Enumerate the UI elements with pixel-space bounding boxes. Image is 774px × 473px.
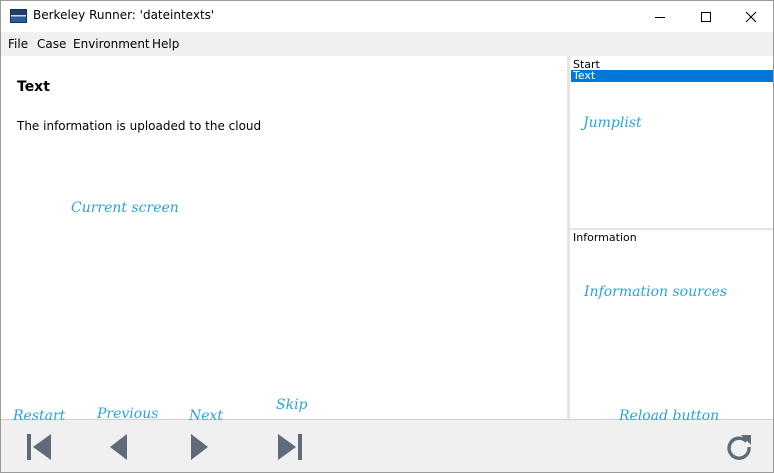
jumplist-panel: Start Text: [570, 56, 773, 228]
triangle-left-icon: [110, 434, 127, 460]
next-button[interactable]: [184, 432, 216, 462]
information-panel: Information: [570, 230, 773, 419]
skip-button[interactable]: [274, 432, 306, 462]
app-window: Berkeley Runner: 'dateintexts' File Case…: [0, 0, 774, 473]
skip-to-start-icon: [27, 434, 51, 460]
current-screen: Text The information is uploaded to the …: [1, 56, 567, 419]
close-icon: [745, 11, 757, 22]
annotation-skip: Skip: [276, 397, 308, 413]
maximize-icon: [701, 11, 711, 22]
minimize-icon: [655, 16, 665, 18]
title-bar: Berkeley Runner: 'dateintexts': [1, 1, 773, 32]
previous-button[interactable]: [102, 432, 134, 462]
app-icon: [10, 9, 27, 23]
menu-help[interactable]: Help: [152, 37, 179, 51]
navigation-toolbar: [1, 419, 773, 472]
menu-case[interactable]: Case: [37, 37, 66, 51]
screen-text: The information is uploaded to the cloud: [17, 119, 262, 133]
annotation-current-screen: Current screen: [71, 200, 179, 216]
annotation-reload: Reload button: [619, 408, 720, 424]
close-button[interactable]: [728, 1, 773, 32]
annotation-next: Next: [189, 408, 224, 424]
information-header: Information: [573, 231, 637, 244]
annotation-information-sources: Information sources: [584, 284, 728, 300]
menu-bar: File Case Environment Help: [1, 32, 773, 56]
reload-button[interactable]: [723, 432, 755, 462]
menu-environment[interactable]: Environment: [73, 37, 150, 51]
menu-file[interactable]: File: [8, 37, 28, 51]
jumplist-item-text[interactable]: Text: [571, 70, 773, 82]
skip-to-end-icon: [278, 434, 302, 460]
restart-button[interactable]: [23, 432, 55, 462]
window-title: Berkeley Runner: 'dateintexts': [33, 8, 215, 22]
annotation-previous: Previous: [97, 406, 159, 422]
screen-title: Text: [17, 79, 50, 95]
annotation-jumplist: Jumplist: [583, 115, 642, 131]
reload-icon: [727, 435, 751, 460]
annotation-restart: Restart: [13, 408, 66, 424]
maximize-button[interactable]: [683, 1, 729, 32]
minimize-button[interactable]: [637, 1, 683, 32]
triangle-right-icon: [191, 434, 208, 460]
